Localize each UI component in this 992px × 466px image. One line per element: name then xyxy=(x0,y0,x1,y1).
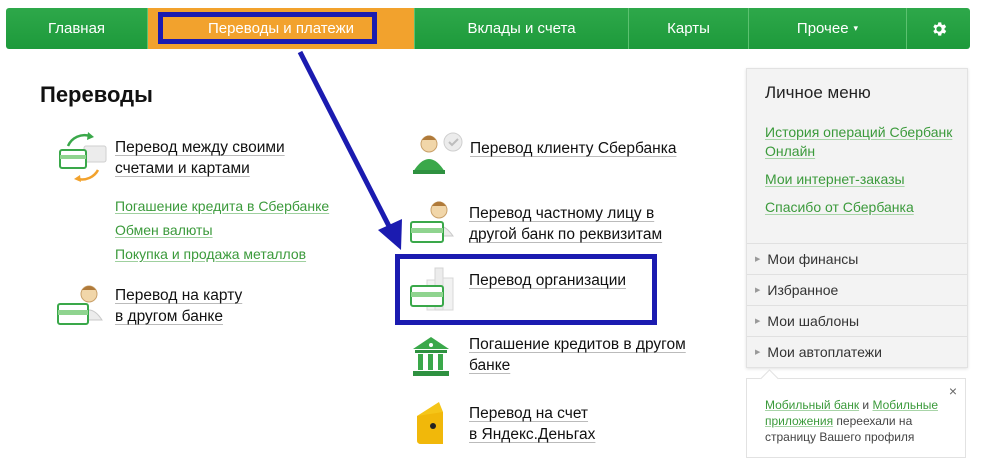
section-label: Мои шаблоны xyxy=(767,313,860,329)
nav-home[interactable]: Главная xyxy=(6,8,148,49)
nav-deposits[interactable]: Вклады и счета xyxy=(415,8,629,49)
main-nav: Главная Переводы и платежи Вклады и счет… xyxy=(6,8,970,49)
triangle-right-icon: ▶ xyxy=(755,256,761,263)
nav-settings[interactable] xyxy=(907,8,970,49)
section-my-autopayments[interactable]: ▶ Мои автоплатежи xyxy=(747,336,967,367)
transfer-loans-other-bank[interactable]: Погашение кредитов в другом банке xyxy=(409,333,686,383)
page-title: Переводы xyxy=(40,82,153,107)
notice-box: × Мобильный банк и Мобильные приложения … xyxy=(746,378,966,458)
section-label: Избранное xyxy=(767,282,839,298)
transfer-sber-client[interactable]: Перевод клиенту Сбербанка xyxy=(409,128,676,178)
section-my-templates[interactable]: ▶ Мои шаблоны xyxy=(747,305,967,336)
section-favorites[interactable]: ▶ Избранное xyxy=(747,274,967,305)
own-accounts-line2: счетами и картами xyxy=(115,160,250,177)
card-other-bank-line2: в другом банке xyxy=(115,308,223,325)
private-person-icon xyxy=(409,198,465,248)
nav-other[interactable]: Прочее ▾ xyxy=(749,8,907,49)
loans-other-line2: банке xyxy=(469,357,511,374)
own-accounts-icon xyxy=(56,132,112,182)
link-loan-repayment-sber[interactable]: Погашение кредита в Сбербанке xyxy=(115,198,329,215)
nav-cards[interactable]: Карты xyxy=(629,8,749,49)
link-metals-trade[interactable]: Покупка и продажа металлов xyxy=(115,246,329,263)
triangle-right-icon: ▶ xyxy=(755,349,761,356)
person-card-icon xyxy=(56,282,112,332)
gear-icon xyxy=(932,21,946,36)
chevron-down-icon: ▾ xyxy=(853,23,859,33)
own-accounts-line1: Перевод между своими xyxy=(115,139,285,156)
transfer-own-accounts[interactable]: Перевод между своими счетами и картами xyxy=(56,132,285,182)
nav-transfers[interactable]: Переводы и платежи xyxy=(148,8,415,49)
panel-title: Личное меню xyxy=(765,83,871,102)
private-person-line2: другой банк по реквизитам xyxy=(469,226,663,243)
highlight-box-nav xyxy=(158,12,377,44)
loans-other-line1: Погашение кредитов в другом xyxy=(469,336,686,353)
panel-sections: ▶ Мои финансы ▶ Избранное ▶ Мои шаблоны … xyxy=(747,243,967,367)
triangle-right-icon: ▶ xyxy=(755,287,761,294)
yandex-wallet-icon xyxy=(409,398,465,448)
sber-client-icon xyxy=(409,128,465,178)
section-label: Мои автоплатежи xyxy=(767,344,882,360)
notice-and: и xyxy=(859,398,873,412)
section-my-finances[interactable]: ▶ Мои финансы xyxy=(747,243,967,274)
card-other-bank-line1: Перевод на карту xyxy=(115,287,243,304)
yandex-line1: Перевод на счет xyxy=(469,405,589,422)
link-internet-orders[interactable]: Мои интернет-заказы xyxy=(765,170,961,189)
transfer-private-person[interactable]: Перевод частному лицу в другой банк по р… xyxy=(409,198,662,248)
panel-links: История операций Сбербанк Онлайн Мои инт… xyxy=(765,123,961,226)
transfer-card-other-bank[interactable]: Перевод на карту в другом банке xyxy=(56,282,242,332)
link-operations-history[interactable]: История операций Сбербанк Онлайн xyxy=(765,123,961,161)
link-currency-exchange[interactable]: Обмен валюты xyxy=(115,222,329,239)
nav-other-label: Прочее xyxy=(796,20,849,37)
sub-links: Погашение кредита в Сбербанке Обмен валю… xyxy=(115,198,329,270)
section-label: Мои финансы xyxy=(767,251,859,267)
bank-icon xyxy=(409,333,465,383)
link-spasibo[interactable]: Спасибо от Сбербанка xyxy=(765,198,961,217)
transfer-yandex-money[interactable]: Перевод на счет в Яндекс.Деньгах xyxy=(409,398,595,448)
sber-client-label: Перевод клиенту Сбербанка xyxy=(470,140,677,157)
highlight-box-organization xyxy=(395,254,657,325)
private-person-line1: Перевод частному лицу в xyxy=(469,205,655,222)
notice-text: Мобильный банк и Мобильные приложения пе… xyxy=(765,397,955,445)
link-mobile-bank[interactable]: Мобильный банк xyxy=(765,398,859,412)
personal-menu-panel: Личное меню История операций Сбербанк Он… xyxy=(746,68,968,368)
yandex-line2: в Яндекс.Деньгах xyxy=(469,426,596,443)
triangle-right-icon: ▶ xyxy=(755,318,761,325)
